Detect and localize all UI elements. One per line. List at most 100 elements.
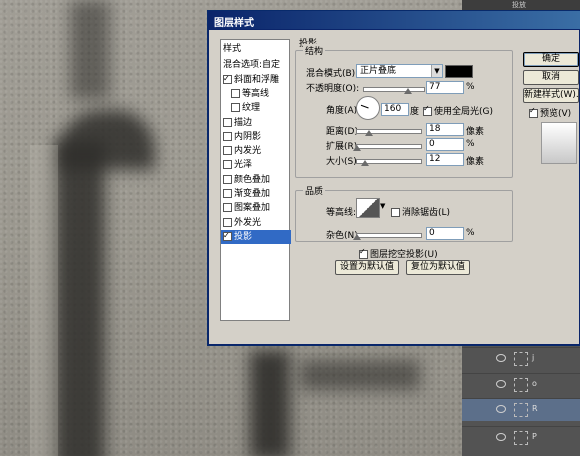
distance-unit: 像素 xyxy=(466,127,485,137)
angle-label: 角度(A): xyxy=(326,106,361,116)
size-unit: 像素 xyxy=(466,157,485,167)
checkbox-icon[interactable] xyxy=(223,203,232,213)
dialog-titlebar[interactable]: 图层样式 xyxy=(208,11,580,29)
style-list-label: 斜面和浮雕 xyxy=(234,74,280,85)
top-strip-text: 投放 xyxy=(512,1,526,9)
size-label: 大小(S): xyxy=(326,157,360,167)
letter-shadow-top xyxy=(70,0,110,100)
noise-slider[interactable] xyxy=(356,233,422,238)
ok-button[interactable]: 确定 xyxy=(523,52,579,67)
blend-mode-select[interactable]: 正片叠底 ▼ xyxy=(356,64,443,78)
checkbox-icon[interactable] xyxy=(231,103,240,113)
preview-checkbox[interactable]: 预览(V) xyxy=(529,106,571,119)
layer-row[interactable]: o xyxy=(462,373,580,396)
size-slider-thumb[interactable] xyxy=(361,160,369,166)
style-list-item[interactable]: 外发光 xyxy=(221,216,291,230)
contour-dropdown-icon[interactable]: ▼ xyxy=(380,202,385,210)
layers-panel-top: 投放 xyxy=(462,0,580,10)
style-list-item[interactable]: 颜色叠加 xyxy=(221,173,291,187)
cancel-button[interactable]: 取消 xyxy=(523,70,579,85)
checkbox-icon[interactable] xyxy=(223,117,232,127)
style-list-label: 样式 xyxy=(223,44,242,54)
quality-title: 品质 xyxy=(303,184,326,197)
opacity-input[interactable]: 77 xyxy=(426,81,464,94)
size-input[interactable]: 12 xyxy=(426,153,464,166)
noise-input[interactable]: 0 xyxy=(426,227,464,240)
eye-icon[interactable] xyxy=(496,354,506,362)
blend-mode-value: 正片叠底 xyxy=(360,66,397,76)
global-light-checkbox[interactable]: 使用全局光(G) xyxy=(423,104,493,117)
checkbox-icon[interactable] xyxy=(223,217,232,227)
reset-default-button[interactable]: 复位为默认值 xyxy=(406,260,470,275)
distance-slider-thumb[interactable] xyxy=(365,130,373,136)
noise-unit: % xyxy=(466,228,475,238)
new-style-button[interactable]: 新建样式(W)... xyxy=(523,88,579,103)
checkbox-icon xyxy=(529,106,538,118)
style-list-label: 等高线 xyxy=(242,88,270,99)
style-list-label: 图案叠加 xyxy=(234,203,271,214)
style-list-item[interactable]: 等高线 xyxy=(221,87,299,101)
style-list-item[interactable]: 渐变叠加 xyxy=(221,187,291,201)
anti-alias-checkbox[interactable]: 消除锯齿(L) xyxy=(391,205,450,218)
style-list-item[interactable]: 图案叠加 xyxy=(221,201,291,215)
eye-icon[interactable] xyxy=(496,405,506,413)
layer-thumbnail-icon xyxy=(514,352,528,366)
style-list-item[interactable]: 内阴影 xyxy=(221,130,291,144)
opacity-label: 不透明度(O): xyxy=(306,84,360,94)
layer-row[interactable]: j xyxy=(462,347,580,370)
layer-thumbnail-icon xyxy=(514,431,528,445)
distance-input[interactable]: 18 xyxy=(426,123,464,136)
style-list-item[interactable]: 投影 xyxy=(221,229,291,244)
checkbox-icon xyxy=(423,104,432,116)
blend-mode-label: 混合模式(B): xyxy=(306,69,359,79)
style-list-item[interactable]: 描边 xyxy=(221,116,291,130)
style-list-label: 投影 xyxy=(234,231,253,242)
style-list-label: 混合选项:自定 xyxy=(223,60,281,71)
angle-input[interactable]: 160 xyxy=(381,103,409,116)
spread-slider-thumb[interactable] xyxy=(353,145,361,151)
layer-row[interactable]: R xyxy=(462,398,580,421)
checkbox-icon xyxy=(391,208,400,217)
knockout-checkbox[interactable]: 图层挖空投影(U) xyxy=(359,247,438,260)
anti-alias-label: 消除锯齿(L) xyxy=(402,208,451,218)
eye-icon[interactable] xyxy=(496,380,506,388)
layer-name: j xyxy=(532,353,535,362)
style-list: 样式混合选项:自定斜面和浮雕等高线纹理描边内阴影内发光光泽颜色叠加渐变叠加图案叠… xyxy=(220,39,291,321)
style-list-label: 渐变叠加 xyxy=(234,189,271,199)
layer-style-dialog: 图层样式 样式混合选项:自定斜面和浮雕等高线纹理描边内阴影内发光光泽颜色叠加渐变… xyxy=(208,11,580,345)
style-list-item[interactable]: 光泽 xyxy=(221,158,291,172)
style-list-item[interactable]: 混合选项:自定 xyxy=(221,58,291,72)
style-list-item[interactable]: 内发光 xyxy=(221,144,291,158)
style-list-label: 内阴影 xyxy=(234,131,262,142)
style-list-item[interactable]: 纹理 xyxy=(221,101,299,115)
spread-input[interactable]: 0 xyxy=(426,138,464,151)
opacity-unit: % xyxy=(466,82,475,92)
checkbox-icon[interactable] xyxy=(223,72,232,86)
checkbox-icon[interactable] xyxy=(223,174,232,184)
checkbox-icon[interactable] xyxy=(223,189,232,198)
checkbox-icon[interactable] xyxy=(223,131,232,141)
noise-slider-thumb[interactable] xyxy=(353,234,361,240)
shadow-color-swatch[interactable] xyxy=(445,65,473,78)
letter-shadow-hook xyxy=(60,110,155,170)
checkbox-icon[interactable] xyxy=(223,160,232,170)
knockout-label: 图层挖空投影(U) xyxy=(370,250,438,260)
make-default-button[interactable]: 设置为默认值 xyxy=(335,260,399,275)
checkbox-icon[interactable] xyxy=(223,146,232,156)
layer-name: P xyxy=(532,432,537,441)
eye-icon[interactable] xyxy=(496,433,506,441)
style-preview-thumbnail xyxy=(541,122,577,164)
layer-row[interactable]: P xyxy=(462,426,580,449)
opacity-slider-thumb[interactable] xyxy=(404,88,412,94)
style-list-item[interactable]: 样式 xyxy=(221,42,291,56)
contour-picker[interactable] xyxy=(356,198,380,218)
spread-slider[interactable] xyxy=(356,144,422,149)
angle-dial[interactable] xyxy=(356,96,380,120)
opacity-slider[interactable] xyxy=(363,87,425,92)
checkbox-icon[interactable] xyxy=(231,88,240,98)
style-list-item[interactable]: 斜面和浮雕 xyxy=(221,72,291,87)
chevron-down-icon: ▼ xyxy=(431,65,442,77)
layer-thumbnail-icon xyxy=(514,378,528,392)
checkbox-icon[interactable] xyxy=(223,229,232,243)
layer-name: R xyxy=(532,404,538,413)
